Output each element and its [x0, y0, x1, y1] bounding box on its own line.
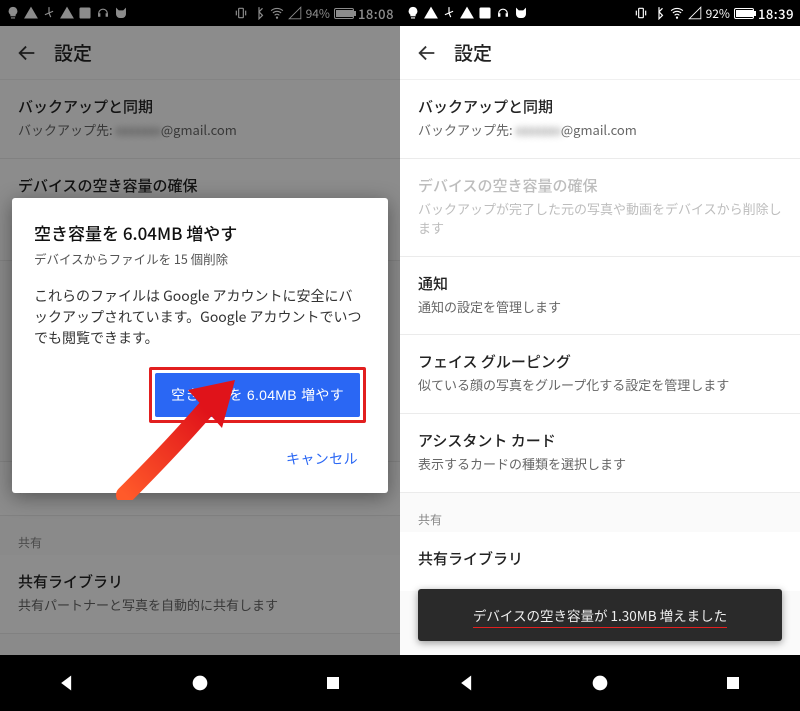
- backup-email-suffix: @gmail.com: [161, 120, 237, 139]
- app-toolbar: 設定: [400, 26, 800, 80]
- item-subtitle: 通知の設定を管理します: [418, 298, 782, 317]
- nav-recent-button[interactable]: [320, 670, 346, 696]
- backup-email-masked: xxxxxxx: [116, 120, 161, 139]
- battery-icon: [334, 8, 354, 19]
- backup-email-suffix: @gmail.com: [561, 120, 637, 139]
- toast-text: デバイスの空き容量が 1.30MB 増えました: [473, 605, 727, 628]
- item-subtitle: 共有パートナーと写真を自動的に共有します: [18, 596, 382, 615]
- warning-icon: [24, 6, 38, 20]
- back-button[interactable]: [0, 42, 54, 64]
- settings-item-shared-library[interactable]: 共有ライブラリ 共有パートナーと写真を自動的に共有します: [0, 555, 400, 634]
- free-up-space-button[interactable]: 空き容量を 6.04MB 増やす: [155, 373, 360, 417]
- navigation-bar: [400, 655, 800, 711]
- status-clock: 18:39: [758, 4, 794, 23]
- bluetooth-icon: [252, 6, 266, 20]
- backup-email-masked: xxxxxxx: [516, 120, 561, 139]
- item-title: 共有ライブラリ: [418, 548, 782, 569]
- dialog-primary-row: 空き容量を 6.04MB 増やす: [34, 367, 366, 423]
- headphones-icon: [96, 6, 110, 20]
- headphones-icon: [496, 6, 510, 20]
- nav-recent-button[interactable]: [720, 670, 746, 696]
- status-icons-right: 94% 18:08: [234, 4, 394, 23]
- warning-icon: [460, 6, 474, 20]
- cancel-button[interactable]: キャンセル: [282, 441, 362, 477]
- status-icons-left: [406, 6, 528, 20]
- section-header-share: 共有: [0, 516, 400, 555]
- settings-item-assistant-cards[interactable]: アシスタント カード 表示するカードの種類を選択します: [400, 414, 800, 493]
- item-subtitle: バックアップ先: xxxxxxx@gmail.com: [418, 121, 782, 140]
- pinwheel-icon: [442, 6, 456, 20]
- vibrate-icon: [234, 6, 248, 20]
- battery-icon: [734, 8, 754, 19]
- item-title: 共有ライブラリ: [18, 571, 382, 592]
- settings-item-backup[interactable]: バックアップと同期 バックアップ先: xxxxxxx@gmail.com: [400, 80, 800, 159]
- item-title: デバイスの空き容量の確保: [418, 175, 782, 196]
- battery-percent: 92%: [706, 5, 730, 22]
- item-title: フェイス グルーピング: [418, 351, 782, 372]
- item-subtitle: バックアップが完了した元の写真や動画をデバイスから削除します: [418, 200, 782, 238]
- item-title: デバイスの空き容量の確保: [18, 175, 382, 196]
- backup-prefix: バックアップ先:: [18, 120, 113, 139]
- dialog-subtitle: デバイスからファイルを 15 個削除: [34, 249, 366, 268]
- nav-back-button[interactable]: [454, 670, 480, 696]
- pinwheel-icon: [42, 6, 56, 20]
- item-title: バックアップと同期: [18, 96, 382, 117]
- warning-icon: [424, 6, 438, 20]
- nav-home-button[interactable]: [187, 670, 213, 696]
- annotation-highlight-box: 空き容量を 6.04MB 増やす: [149, 367, 366, 423]
- wifi-icon: [270, 6, 284, 20]
- status-bar: 94% 18:08: [0, 0, 400, 26]
- status-clock: 18:08: [358, 4, 394, 23]
- item-subtitle: 表示するカードの種類を選択します: [418, 455, 782, 474]
- signal-icon: [688, 6, 702, 20]
- cat-icon: [514, 6, 528, 20]
- battery-percent: 94%: [306, 5, 330, 22]
- item-title: バックアップと同期: [418, 96, 782, 117]
- nav-back-button[interactable]: [54, 670, 80, 696]
- toast-message: デバイスの空き容量が 1.30MB 増えました: [418, 589, 782, 641]
- backup-prefix: バックアップ先:: [418, 120, 513, 139]
- wifi-icon: [670, 6, 684, 20]
- item-title: 通知: [418, 273, 782, 294]
- image-icon: [478, 6, 492, 20]
- status-bar: 92% 18:39: [400, 0, 800, 26]
- app-toolbar: 設定: [0, 26, 400, 80]
- settings-item-face-grouping[interactable]: フェイス グルーピング 似ている顔の写真をグループ化する設定を管理します: [400, 335, 800, 414]
- status-icons-right: 92% 18:39: [634, 4, 794, 23]
- bluetooth-icon: [652, 6, 666, 20]
- settings-list: バックアップと同期 バックアップ先: xxxxxxx@gmail.com デバイ…: [400, 80, 800, 591]
- nav-home-button[interactable]: [587, 670, 613, 696]
- item-subtitle: バックアップ先: xxxxxxx@gmail.com: [18, 121, 382, 140]
- settings-item-backup[interactable]: バックアップと同期 バックアップ先: xxxxxxx@gmail.com: [0, 80, 400, 159]
- phone-right: 92% 18:39 設定 バックアップと同期 バックアップ先: xxxxxxx@…: [400, 0, 800, 711]
- cat-icon: [114, 6, 128, 20]
- lightbulb-icon: [406, 6, 420, 20]
- item-title: アシスタント カード: [418, 430, 782, 451]
- back-button[interactable]: [400, 42, 454, 64]
- status-icons-left: [6, 6, 128, 20]
- toolbar-title: 設定: [454, 39, 492, 66]
- toolbar-title: 設定: [54, 39, 92, 66]
- image-icon: [78, 6, 92, 20]
- warning-icon: [60, 6, 74, 20]
- signal-icon: [288, 6, 302, 20]
- phone-left: 94% 18:08 設定 バックアップと同期 バックアップ先: xxxxxxx@…: [0, 0, 400, 711]
- section-header-share: 共有: [400, 493, 800, 532]
- settings-item-freeup[interactable]: デバイスの空き容量の確保 バックアップが完了した元の写真や動画をデバイスから削除…: [400, 159, 800, 257]
- dialog-body: これらのファイルは Google アカウントに安全にバックアップされています。G…: [34, 286, 366, 349]
- lightbulb-icon: [6, 6, 20, 20]
- vibrate-icon: [634, 6, 648, 20]
- free-up-space-dialog: 空き容量を 6.04MB 増やす デバイスからファイルを 15 個削除 これらの…: [12, 198, 388, 493]
- settings-item-shared-library[interactable]: 共有ライブラリ: [400, 532, 800, 591]
- dialog-title: 空き容量を 6.04MB 増やす: [34, 220, 366, 245]
- settings-item-notifications[interactable]: 通知 通知の設定を管理します: [400, 257, 800, 336]
- item-subtitle: 似ている顔の写真をグループ化する設定を管理します: [418, 376, 782, 395]
- navigation-bar: [0, 655, 400, 711]
